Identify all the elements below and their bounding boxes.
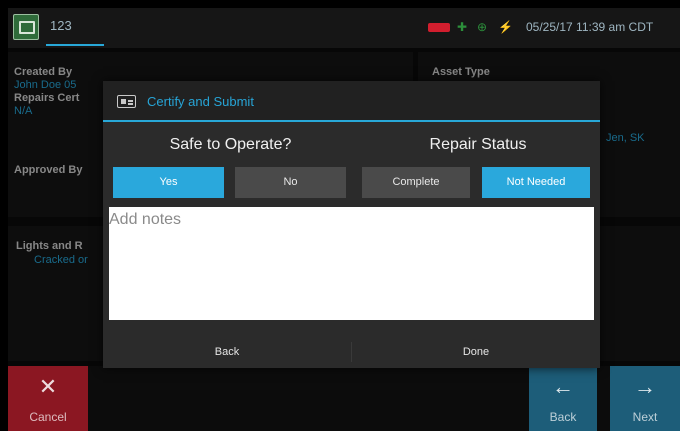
done-button[interactable]: Done	[352, 336, 600, 368]
tab-label[interactable]: 123	[50, 18, 72, 33]
close-icon: ✕	[38, 374, 58, 399]
certify-dialog: Certify and Submit Safe to Operate? Repa…	[103, 81, 600, 368]
status-bar: 123 ✚ ⊕ ⚡ 05/25/17 11:39 am CDT	[8, 8, 680, 48]
cancel-label: Cancel	[29, 410, 67, 424]
nav-back-button[interactable]: ← Back	[529, 366, 597, 431]
dialog-footer: Back Done	[103, 336, 600, 368]
settings-icon: ⊕	[476, 20, 488, 34]
gps-icon: ✚	[456, 20, 468, 34]
screen: 123 ✚ ⊕ ⚡ 05/25/17 11:39 am CDT Created …	[8, 8, 680, 431]
active-tab-indicator	[46, 44, 104, 46]
notes-input[interactable]	[109, 207, 594, 320]
timestamp: 05/25/17 11:39 am CDT	[526, 20, 654, 34]
safe-to-operate-label: Safe to Operate?	[169, 136, 292, 153]
power-icon: ⚡	[498, 20, 513, 34]
id-card-icon	[117, 95, 136, 108]
cancel-button[interactable]: ✕ Cancel	[8, 366, 88, 431]
battery-low-icon	[428, 23, 450, 32]
arrow-left-icon: ←	[552, 374, 574, 399]
dialog-title: Certify and Submit	[147, 94, 254, 109]
dialog-header: Certify and Submit	[103, 81, 600, 122]
app-icon[interactable]	[13, 14, 39, 40]
next-label: Next	[632, 410, 658, 424]
repair-status-label: Repair Status	[429, 136, 527, 153]
safe-no-button[interactable]: No	[235, 167, 346, 198]
repair-complete-button[interactable]: Complete	[362, 167, 470, 198]
nav-back-label: Back	[549, 410, 577, 424]
next-button[interactable]: → Next	[610, 366, 680, 431]
arrow-right-icon: →	[634, 374, 656, 399]
safe-yes-button[interactable]: Yes	[113, 167, 224, 198]
repair-not-needed-button[interactable]: Not Needed	[482, 167, 590, 198]
dialog-back-button[interactable]: Back	[103, 336, 351, 368]
